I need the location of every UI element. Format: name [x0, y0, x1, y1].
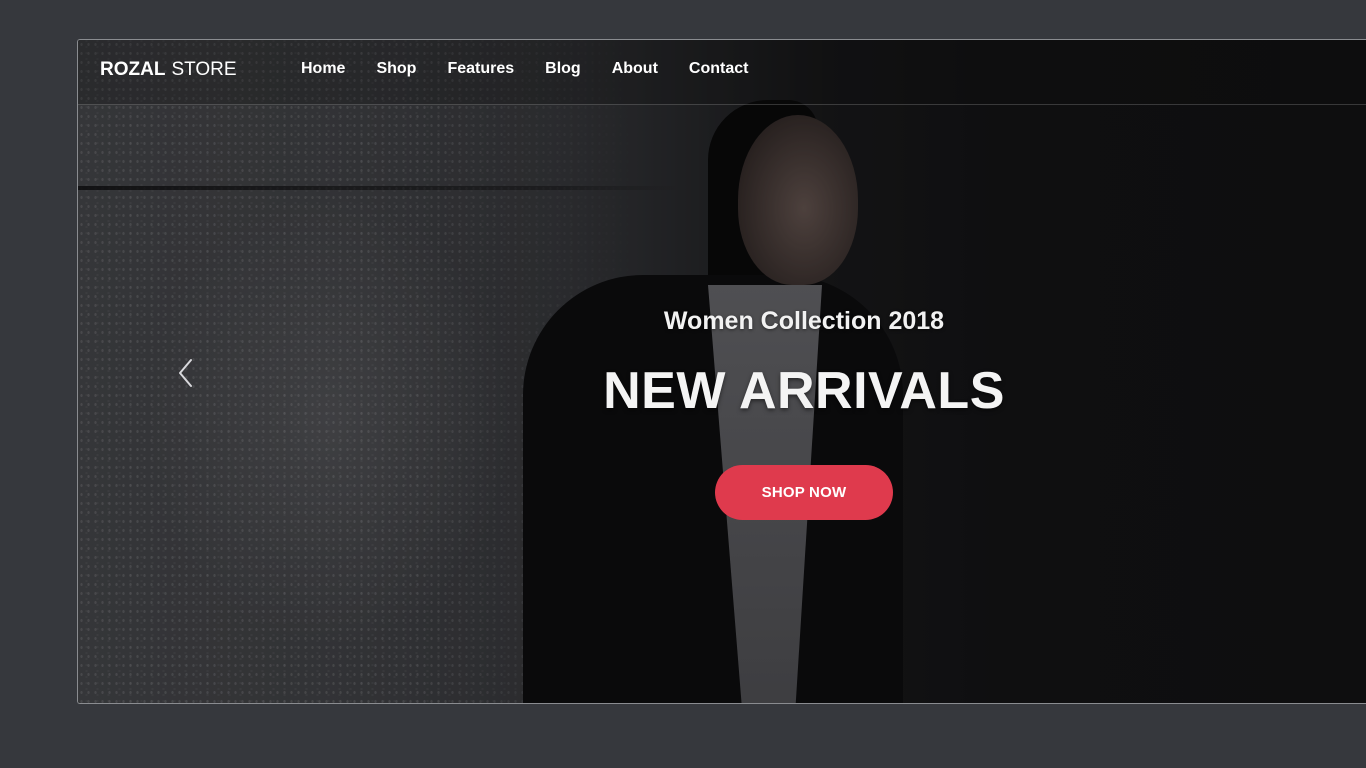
shop-now-button[interactable]: SHOP NOW [715, 465, 893, 520]
site-window: ROZAL STORE Home Shop Features Blog About… [77, 39, 1366, 704]
chevron-left-icon[interactable] [174, 355, 198, 391]
hero-subtitle: Women Collection 2018 [663, 307, 945, 335]
hero-title: NEW ARRIVALS [603, 362, 1005, 420]
hero-slide: Women Collection 2018 NEW ARRIVALS SHOP … [78, 40, 1366, 703]
